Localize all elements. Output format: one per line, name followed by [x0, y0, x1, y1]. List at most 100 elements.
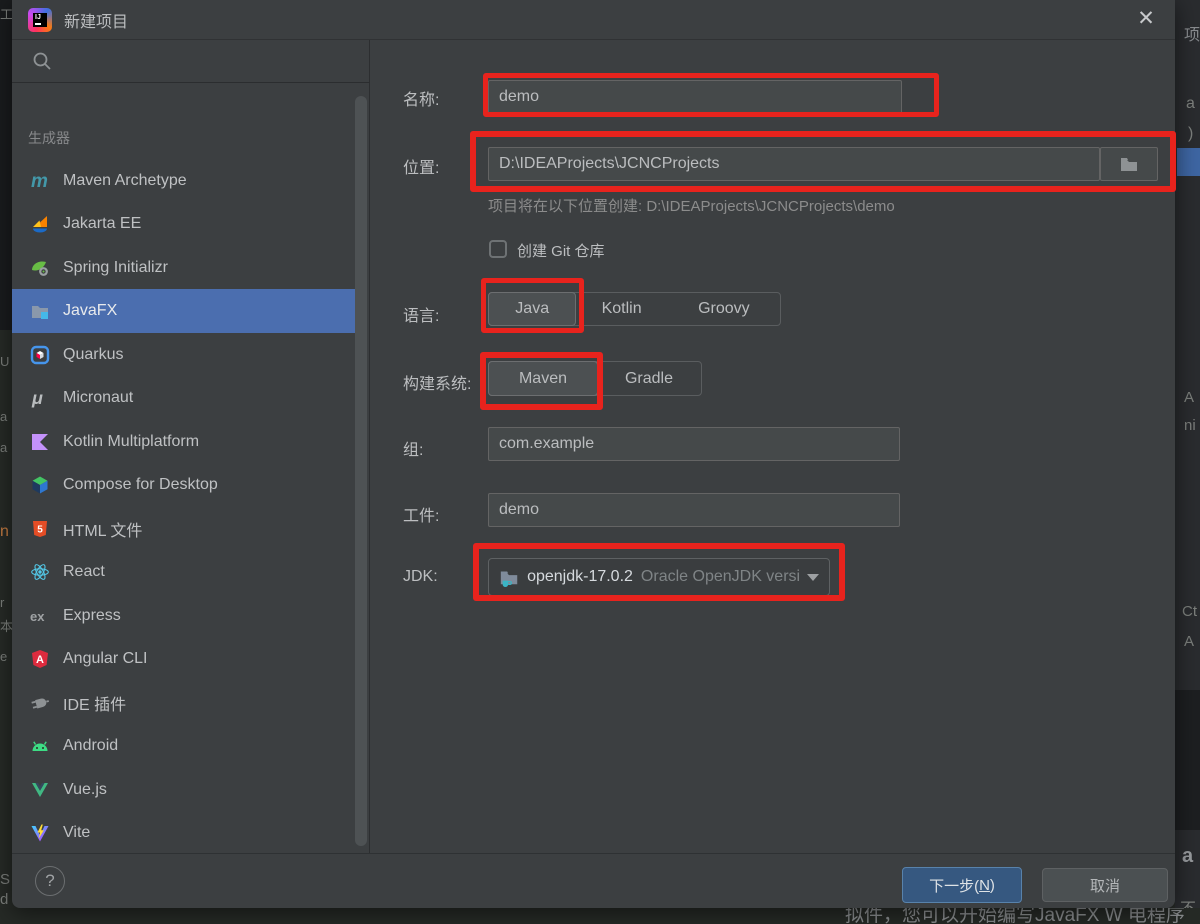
git-repo-checkbox[interactable] [489, 240, 507, 258]
dialog-title: 新建项目 [64, 8, 128, 32]
build-option-maven[interactable]: Maven [488, 361, 598, 396]
sidebar-item-express[interactable]: ex Express [12, 594, 364, 638]
sidebar-item-vite[interactable]: Vite [12, 811, 364, 855]
sidebar-item-jakarta-ee[interactable]: Jakarta EE [12, 202, 364, 246]
svg-text:A: A [36, 654, 44, 666]
search-icon [32, 51, 52, 71]
sidebar-item-label: Vite [63, 824, 90, 842]
svg-text:m: m [31, 171, 48, 191]
jdk-value-secondary: Oracle OpenJDK versior [641, 568, 799, 586]
sidebar-item-label: Android [63, 737, 118, 755]
sidebar-item-micronaut[interactable]: μ Micronaut [12, 376, 364, 420]
generators-section-label: 生成器 [28, 128, 70, 148]
artifact-label: 工件: [403, 502, 439, 526]
background-clipped-text: 拟件，您可以开始编写JavaFX W 电程序 [845, 908, 1185, 924]
background-ide-left-top [0, 0, 12, 330]
sidebar-item-label: JavaFX [63, 302, 117, 320]
sidebar-item-vuejs[interactable]: Vue.js [12, 768, 364, 812]
jdk-value: openjdk-17.0.2 [527, 568, 633, 586]
jdk-folder-icon [499, 566, 519, 588]
sidebar-item-label: Angular CLI [63, 650, 148, 668]
language-option-java[interactable]: Java [488, 292, 576, 326]
name-label: 名称: [403, 86, 439, 110]
bg-fragment: n [0, 524, 9, 540]
svg-text:5: 5 [37, 525, 43, 536]
cancel-button[interactable]: 取消 [1042, 868, 1168, 902]
jdk-label: JDK: [403, 568, 438, 586]
bg-fragment: S [0, 872, 10, 887]
bg-fragment: U [0, 355, 9, 368]
sidebar-item-compose-for-desktop[interactable]: Compose for Desktop [12, 463, 364, 507]
bg-fragment: a [0, 410, 7, 423]
sidebar-item-maven-archetype[interactable]: m Maven Archetype [12, 159, 364, 203]
sidebar-item-javafx[interactable]: JavaFX [12, 289, 364, 333]
plugin-icon [30, 693, 50, 713]
group-input[interactable]: com.example [488, 427, 900, 461]
sidebar-item-label: React [63, 563, 105, 581]
express-icon: ex [30, 606, 50, 626]
bg-fragment: a [0, 441, 7, 454]
sidebar-item-label: Kotlin Multiplatform [63, 433, 199, 451]
jdk-dropdown[interactable]: openjdk-17.0.2 Oracle OpenJDK versior [488, 558, 830, 596]
next-label: 下一步( [929, 875, 979, 896]
location-input[interactable]: D:\IDEAProjects\JCNCProjects [488, 147, 1100, 181]
background-blue-chip [1177, 148, 1200, 176]
language-option-groovy[interactable]: Groovy [668, 293, 780, 325]
bg-fragment: d [0, 892, 8, 907]
sidebar-item-label: HTML 文件 [63, 517, 142, 541]
sidebar-item-android[interactable]: Android [12, 724, 364, 768]
name-input[interactable]: demo [488, 80, 902, 114]
sidebar-item-ide-plugin[interactable]: IDE 插件 [12, 681, 364, 725]
git-repo-label: 创建 Git 仓库 [517, 240, 605, 261]
new-project-dialog: IJ 新建项目 ✕ 生成器 m Maven Archetype [12, 0, 1175, 908]
jakarta-ee-icon [30, 214, 50, 234]
sidebar-item-label: Maven Archetype [63, 172, 187, 190]
bg-fragment: 项 [1184, 28, 1200, 44]
sidebar-item-html-file[interactable]: 5 HTML 文件 [12, 507, 364, 551]
kotlin-icon [30, 432, 50, 452]
react-icon [30, 562, 50, 582]
sidebar-item-spring-initializr[interactable]: Spring Initializr [12, 246, 364, 290]
maven-icon: m [30, 171, 50, 191]
generator-sidebar: 生成器 m Maven Archetype Jakarta EE [12, 40, 370, 853]
location-label: 位置: [403, 154, 439, 178]
sidebar-item-react[interactable]: React [12, 550, 364, 594]
language-option-kotlin[interactable]: Kotlin [575, 293, 667, 325]
build-option-gradle[interactable]: Gradle [597, 362, 701, 395]
help-button[interactable]: ? [35, 866, 65, 896]
background-ide-right-dark [1175, 690, 1200, 830]
sidebar-item-label: IDE 插件 [63, 691, 126, 715]
location-hint: 项目将在以下位置创建: D:\IDEAProjects\JCNCProjects… [488, 195, 895, 216]
quarkus-icon [30, 345, 50, 365]
svg-text:μ: μ [31, 388, 43, 408]
location-value: D:\IDEAProjects\JCNCProjects [499, 155, 720, 173]
chevron-down-icon [807, 574, 819, 581]
vite-icon [30, 823, 50, 843]
sidebar-item-kotlin-multiplatform[interactable]: Kotlin Multiplatform [12, 420, 364, 464]
search-input[interactable] [12, 40, 370, 83]
group-label: 组: [403, 436, 423, 460]
bg-fragment: ) [1188, 126, 1193, 142]
sidebar-item-angular-cli[interactable]: A Angular CLI [12, 637, 364, 681]
next-button[interactable]: 下一步(N) [902, 867, 1022, 903]
micronaut-icon: μ [30, 388, 50, 408]
build-system-label: 构建系统: [403, 370, 471, 394]
bg-fragment: A [1184, 390, 1194, 405]
sidebar-scrollbar[interactable] [355, 96, 367, 846]
browse-folder-button[interactable] [1100, 147, 1158, 181]
help-label: ? [45, 871, 54, 891]
android-icon [30, 736, 50, 756]
angular-icon: A [30, 649, 50, 669]
spring-initializr-icon [30, 258, 50, 278]
bg-fragment: a [1186, 96, 1195, 112]
bg-fragment: ni [1184, 418, 1196, 433]
next-label-mnemonic: N [979, 877, 990, 894]
folder-icon [1119, 154, 1139, 174]
javafx-folder-icon [30, 301, 50, 321]
sidebar-item-label: Vue.js [63, 781, 107, 799]
artifact-input[interactable]: demo [488, 493, 900, 527]
sidebar-item-label: Spring Initializr [63, 259, 168, 277]
sidebar-item-quarkus[interactable]: Quarkus [12, 333, 364, 377]
compose-icon [30, 475, 50, 495]
close-icon[interactable]: ✕ [1133, 6, 1159, 32]
